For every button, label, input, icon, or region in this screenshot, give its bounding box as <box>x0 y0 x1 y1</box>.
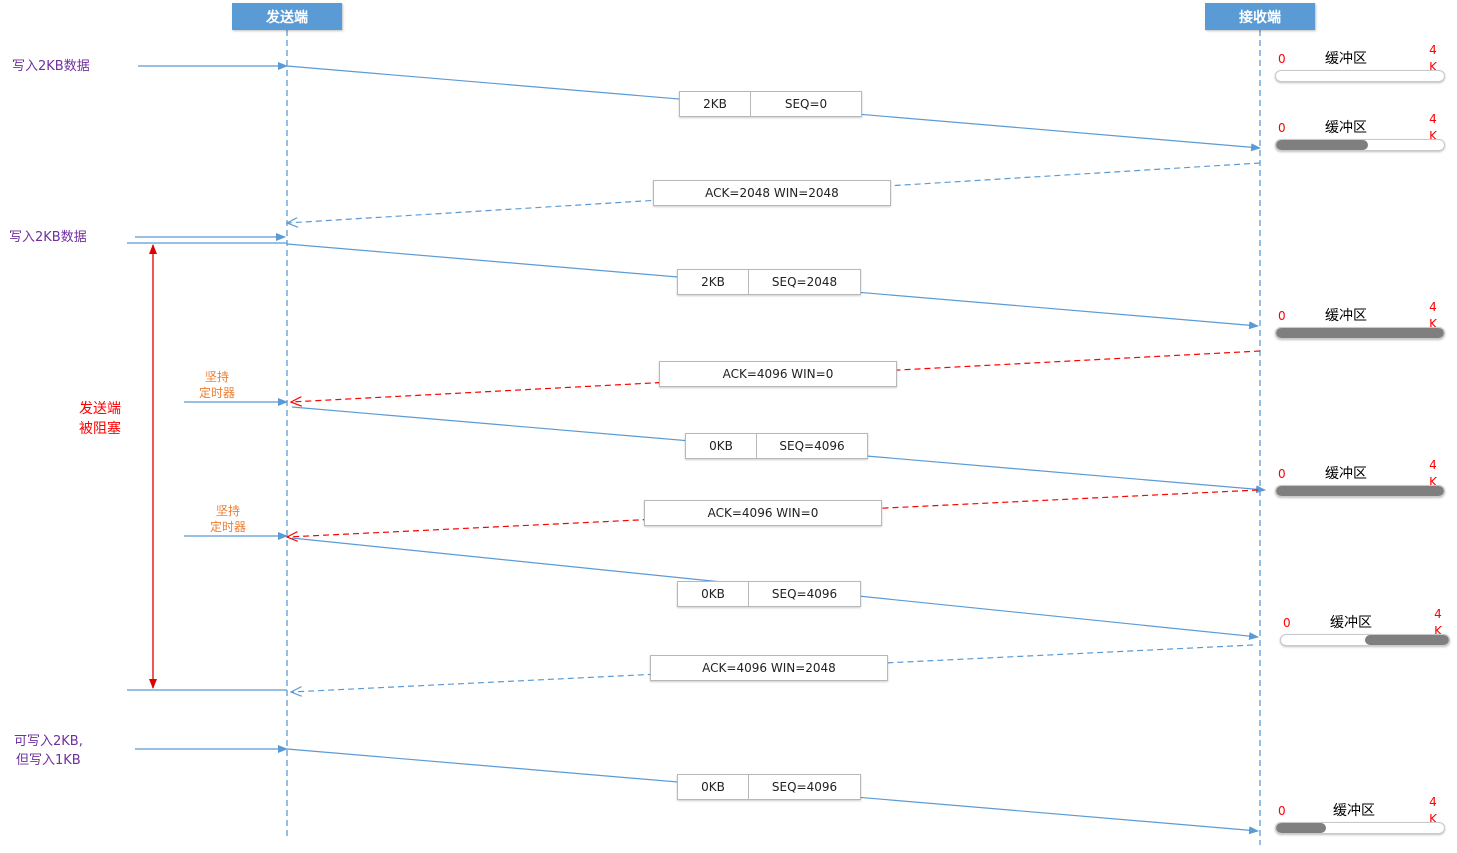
segment-seq: SEQ=4096 <box>748 582 860 606</box>
timer-line2: 定时器 <box>198 386 235 400</box>
ack-box-4: ACK=4096 WIN=2048 <box>650 655 888 681</box>
segment-size: 2KB <box>701 275 725 289</box>
write-label-1: 写入2KB数据 <box>12 59 90 74</box>
persist-timer-label-2: 坚持 定时器 <box>198 503 258 535</box>
buffer-bar <box>1275 485 1445 497</box>
receive-buffer-2: 0 缓冲区 4K <box>1275 111 1457 155</box>
receive-buffer-1: 0 缓冲区 4K <box>1275 42 1457 86</box>
segment-seq: SEQ=0 <box>750 92 861 116</box>
receive-buffer-5: 0 缓冲区 4K <box>1280 606 1457 650</box>
ack-box-2: ACK=4096 WIN=0 <box>659 361 897 387</box>
receive-buffer-4: 0 缓冲区 4K <box>1275 457 1457 501</box>
buffer-zero: 0 <box>1278 309 1286 323</box>
buffer-fill <box>1276 328 1444 338</box>
segment-size: 2KB <box>703 97 727 111</box>
buffer-fill <box>1276 140 1369 150</box>
buffer-label: 缓冲区 <box>1325 120 1367 136</box>
timer-line1: 坚持 <box>204 370 229 384</box>
buffer-label: 缓冲区 <box>1325 466 1367 482</box>
buffer-bar <box>1275 70 1445 82</box>
buffer-zero: 0 <box>1283 616 1291 630</box>
buffer-label: 缓冲区 <box>1330 615 1372 631</box>
segment-size: 0KB <box>701 780 725 794</box>
segment-size: 0KB <box>701 587 725 601</box>
timer-line1: 坚持 <box>215 504 240 518</box>
segment-box-4: 0KB SEQ=4096 <box>677 581 861 607</box>
buffer-bar <box>1275 327 1445 339</box>
receive-buffer-3: 0 缓冲区 4K <box>1275 299 1457 343</box>
receive-buffer-6: 0 缓冲区 4K <box>1275 794 1457 838</box>
write-label-2: 写入2KB数据 <box>9 230 87 245</box>
ack-box-3: ACK=4096 WIN=0 <box>644 500 882 526</box>
buffer-bar <box>1280 634 1450 646</box>
buffer-bar <box>1275 822 1445 834</box>
buffer-label: 缓冲区 <box>1333 803 1375 819</box>
receiver-header: 接收端 <box>1205 3 1315 30</box>
sequence-diagram <box>127 30 1266 845</box>
blocked-line2: 被阻塞 <box>79 421 121 437</box>
blocked-line1: 发送端 <box>79 401 121 417</box>
segment-seq: SEQ=4096 <box>756 434 867 458</box>
segment-box-2: 2KB SEQ=2048 <box>677 269 861 295</box>
buffer-zero: 0 <box>1278 804 1286 818</box>
buffer-bar <box>1275 139 1445 151</box>
buffer-label: 缓冲区 <box>1325 308 1367 324</box>
buffer-zero: 0 <box>1278 121 1286 135</box>
segment-box-3: 0KB SEQ=4096 <box>685 433 868 459</box>
segment-size: 0KB <box>709 439 733 453</box>
buffer-zero: 0 <box>1278 467 1286 481</box>
buffer-zero: 0 <box>1278 52 1286 66</box>
buffer-fill <box>1276 486 1444 496</box>
timer-line2: 定时器 <box>209 520 246 534</box>
buffer-label: 缓冲区 <box>1325 51 1367 67</box>
segment-seq: SEQ=4096 <box>748 775 860 799</box>
segment-seq: SEQ=2048 <box>748 270 860 294</box>
buffer-fill <box>1365 635 1449 645</box>
sender-header: 发送端 <box>232 3 342 30</box>
ack-box-1: ACK=2048 WIN=2048 <box>653 180 891 206</box>
write-label-3-line1: 可写入2KB, <box>14 734 83 749</box>
buffer-fill <box>1276 823 1327 833</box>
write-label-3-line2: 但写入1KB <box>16 753 81 768</box>
segment-box-5: 0KB SEQ=4096 <box>677 774 861 800</box>
blocked-label: 发送端 被阻塞 <box>70 399 130 439</box>
segment-box-1: 2KB SEQ=0 <box>679 91 862 117</box>
persist-timer-label-1: 坚持 定时器 <box>187 369 247 401</box>
